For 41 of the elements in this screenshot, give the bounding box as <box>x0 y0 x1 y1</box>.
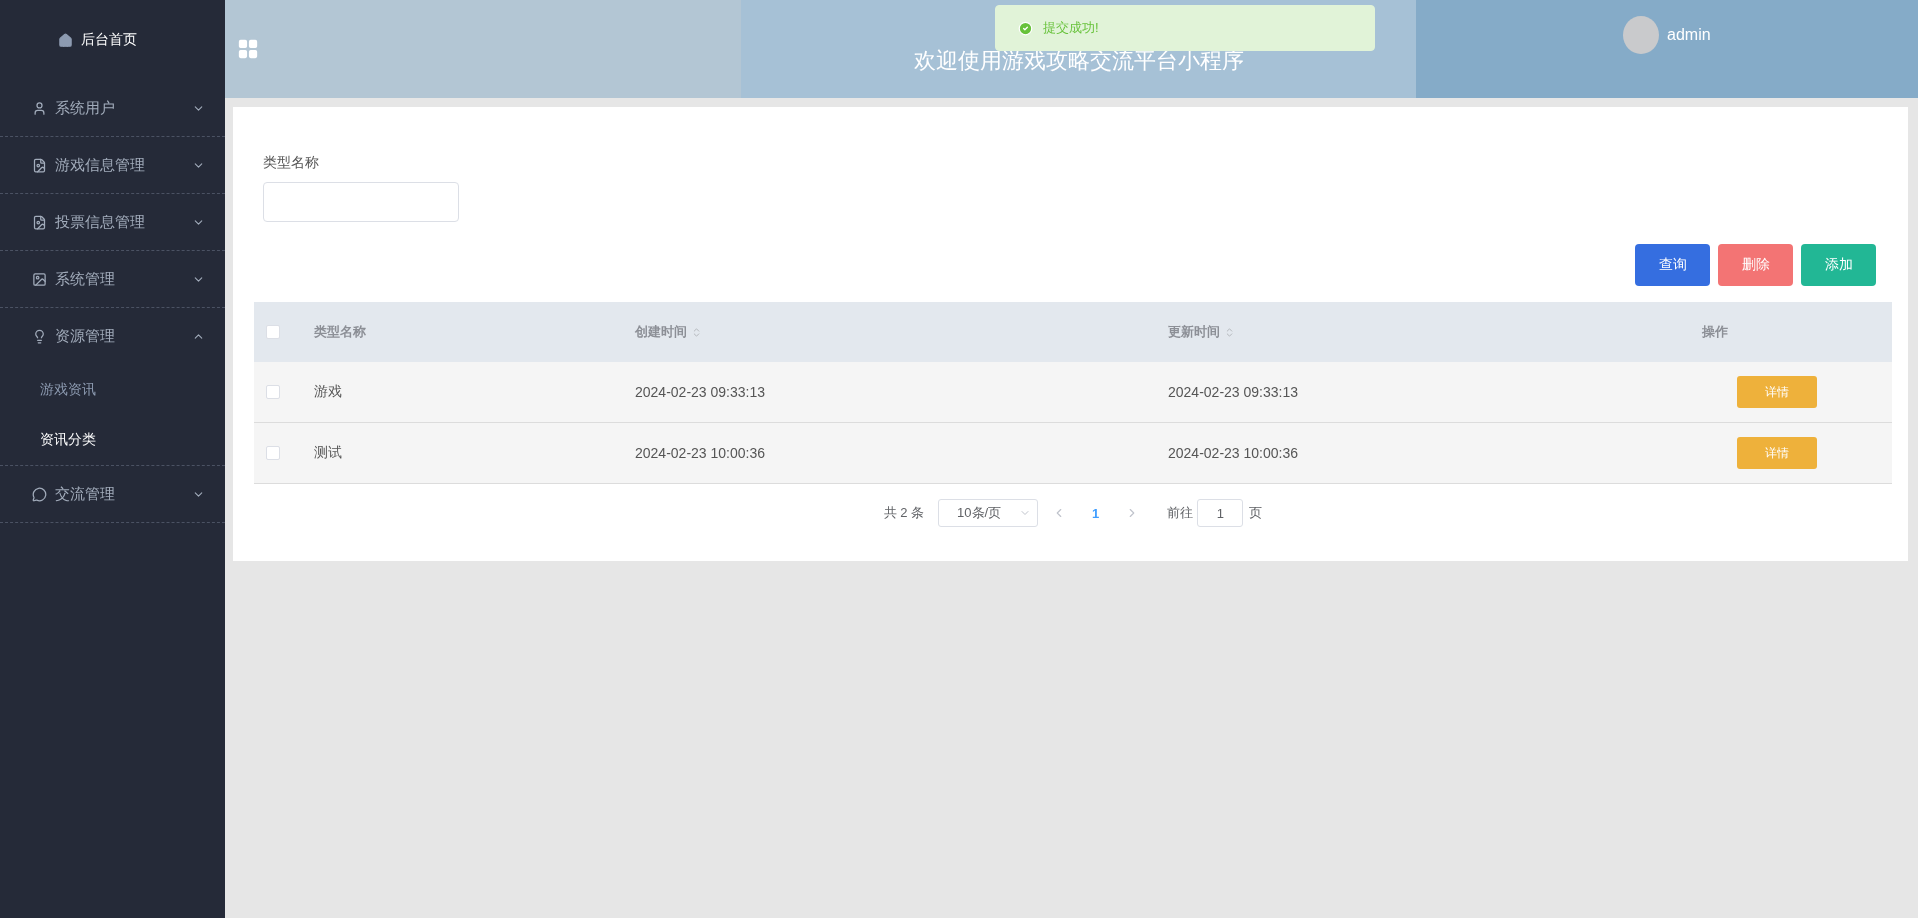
field-label: 类型名称 <box>263 154 320 172</box>
total-count: 共 2 条 <box>883 504 925 522</box>
page-input[interactable]: 1 <box>1197 499 1244 527</box>
menu-item[interactable]: 交流管理 <box>0 466 225 523</box>
grid-icon[interactable] <box>237 38 259 60</box>
home-icon <box>58 32 73 48</box>
submenu-item[interactable]: 游戏资讯 <box>0 365 225 415</box>
user-icon <box>32 100 47 116</box>
menu-item[interactable]: 投票信息管理 <box>0 194 225 251</box>
checkbox[interactable] <box>266 385 280 399</box>
toast-message: 提交成功! <box>1043 19 1099 37</box>
action-button[interactable]: 查询 <box>1635 244 1710 286</box>
sort-icon[interactable] <box>691 326 702 338</box>
document-icon <box>32 157 47 173</box>
chat-icon <box>32 486 47 502</box>
image-icon <box>32 271 47 287</box>
page-size-select[interactable]: 10条/页 <box>938 499 1039 527</box>
submenu-item[interactable]: 资讯分类 <box>0 415 225 465</box>
table-cell: 2024-02-23 09:33:13 <box>625 362 1158 423</box>
table-cell: 游戏 <box>304 362 625 423</box>
header-title: 欢迎使用游戏攻略交流平台小程序 <box>913 47 1244 75</box>
document-icon <box>32 214 47 230</box>
menu-item[interactable]: 资源管理 <box>0 308 225 365</box>
menu-item[interactable]: 系统管理 <box>0 251 225 308</box>
table-cell: 2024-02-23 10:00:36 <box>625 423 1158 484</box>
column-header: 操作 <box>1692 302 1892 362</box>
menu-item[interactable]: 游戏信息管理 <box>0 137 225 194</box>
table-cell: 2024-02-23 10:00:36 <box>1158 423 1692 484</box>
table-cell: 2024-02-23 09:33:13 <box>1158 362 1692 423</box>
page-suffix: 页 <box>1249 504 1263 522</box>
table-cell: 测试 <box>304 423 625 484</box>
home-link[interactable]: 后台首页 <box>0 0 225 80</box>
checkbox[interactable] <box>266 325 280 339</box>
lightbulb-icon <box>32 329 47 344</box>
input-field[interactable] <box>263 182 459 222</box>
sort-icon[interactable] <box>1224 326 1235 338</box>
column-header: 类型名称 <box>304 302 625 362</box>
check-icon <box>1018 20 1033 36</box>
checkbox[interactable] <box>266 446 280 460</box>
avatar[interactable] <box>1623 16 1659 54</box>
goto-label: 前往 <box>1167 504 1194 522</box>
